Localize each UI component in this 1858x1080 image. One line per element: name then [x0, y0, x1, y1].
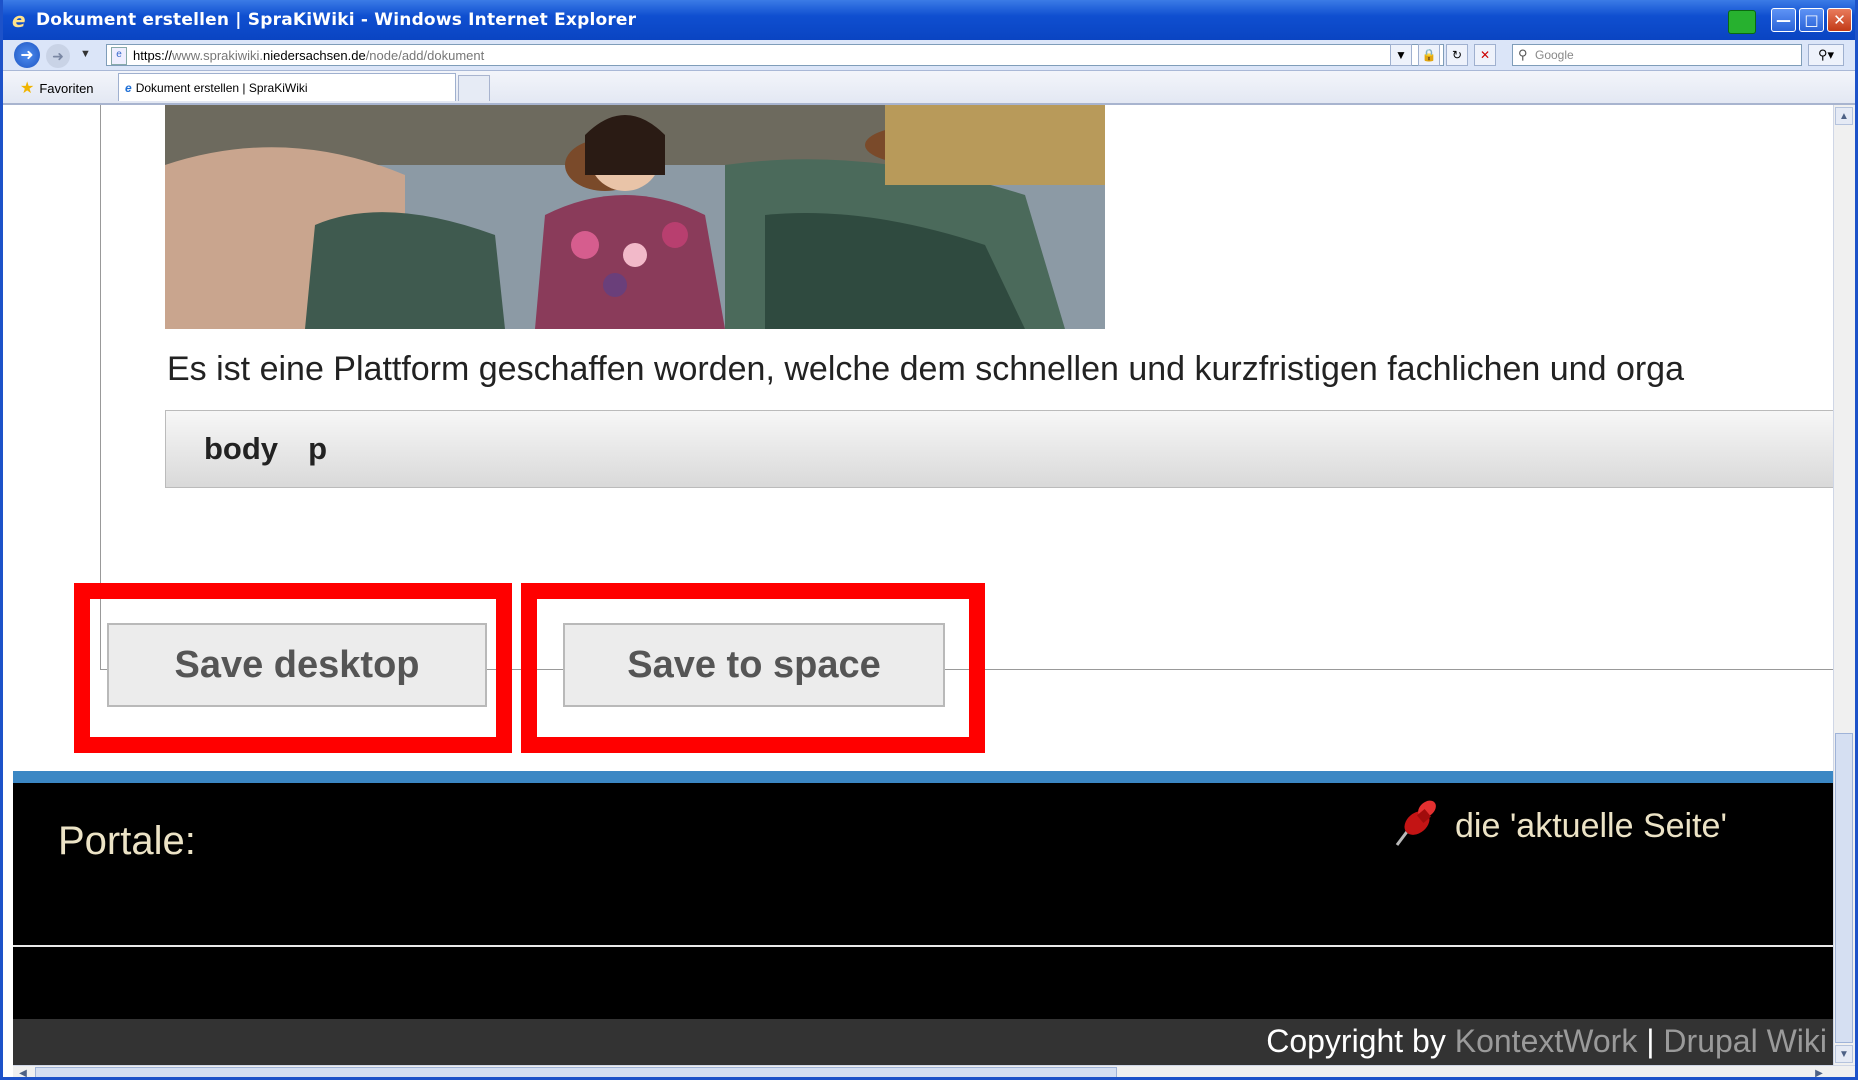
footer-divider — [13, 945, 1833, 947]
close-window-button[interactable]: ✕ — [1827, 8, 1852, 32]
copyright-prefix: Copyright by — [1266, 1023, 1446, 1059]
editor-paragraph[interactable]: Es ist eine Plattform geschaffen worden,… — [167, 350, 1684, 389]
minimize-button[interactable]: — — [1771, 8, 1796, 32]
tab-dokument-erstellen[interactable]: e Dokument erstellen | SpraKiWiki — [118, 73, 456, 101]
path-item-body[interactable]: body — [204, 431, 278, 467]
search-placeholder: Google — [1535, 48, 1574, 62]
horizontal-scrollbar[interactable]: ◀ ▶ — [13, 1065, 1855, 1080]
window-titlebar: e Dokument erstellen | SpraKiWiki - Wind… — [0, 0, 1858, 40]
path-item-p[interactable]: p — [308, 431, 327, 467]
scroll-right-icon[interactable]: ▶ — [1811, 1066, 1827, 1080]
copyright-bar: Copyright by KontextWork | Drupal Wiki — [13, 1019, 1833, 1065]
url-path: /node/add/dokument — [365, 47, 485, 63]
tab-bar: ★ Favoriten e Dokument erstellen | SpraK… — [0, 71, 1858, 105]
page-footer: Portale: die 'aktuelle Seite' Copyright … — [13, 783, 1833, 1065]
current-page-link[interactable]: die 'aktuelle Seite' — [1455, 807, 1727, 846]
stop-icon[interactable]: ✕ — [1474, 44, 1496, 66]
forward-button[interactable]: ➜ — [46, 44, 70, 68]
window-title: Dokument erstellen | SpraKiWiki - Window… — [36, 10, 637, 30]
favorites-label: Favoriten — [39, 80, 94, 96]
copyright-separator: | — [1646, 1023, 1655, 1059]
footer-accent-line — [13, 771, 1833, 783]
kontextwork-link[interactable]: KontextWork — [1455, 1023, 1638, 1059]
back-button[interactable]: ➜ — [14, 42, 40, 68]
vertical-scrollbar[interactable]: ▲ ▼ — [1833, 105, 1855, 1065]
address-dropdown-icon[interactable]: ▼ — [1390, 44, 1412, 66]
save-to-space-button[interactable]: Save to space — [563, 623, 945, 707]
search-input[interactable]: ⚲ Google — [1512, 44, 1802, 66]
ie-logo-icon: e — [12, 8, 26, 32]
favorites-button[interactable]: ★ Favoriten — [20, 78, 94, 98]
search-go-button[interactable]: ⚲▾ — [1808, 44, 1844, 66]
refresh-icon[interactable]: ↻ — [1446, 44, 1468, 66]
pushpin-icon — [1395, 800, 1436, 846]
star-icon: ★ — [20, 80, 35, 97]
tab-title: Dokument erstellen | SpraKiWiki — [135, 80, 308, 95]
inline-photo — [165, 105, 1105, 329]
page-viewport: Es ist eine Plattform geschaffen worden,… — [13, 105, 1833, 1065]
scroll-left-icon[interactable]: ◀ — [15, 1066, 31, 1080]
save-desktop-button[interactable]: Save desktop — [107, 623, 487, 707]
new-tab-button[interactable] — [458, 75, 490, 101]
url-scheme: https:// — [133, 47, 173, 63]
address-bar[interactable]: e https://www.sprakiwiki. niedersachsen.d… — [106, 44, 1444, 66]
lock-icon[interactable]: 🔒 — [1418, 44, 1440, 66]
url-domain: niedersachsen.de — [263, 47, 366, 63]
scroll-up-icon[interactable]: ▲ — [1835, 107, 1853, 125]
url-subdomain: www.sprakiwiki. — [172, 47, 264, 63]
ie-tab-icon: e — [125, 80, 132, 95]
scroll-down-icon[interactable]: ▼ — [1835, 1045, 1853, 1063]
editor-element-path: body p — [165, 410, 1833, 488]
maximize-button[interactable]: □ — [1799, 8, 1824, 32]
history-dropdown-icon[interactable]: ▼ — [80, 48, 91, 60]
horizontal-scroll-thumb[interactable] — [35, 1067, 1117, 1079]
page-icon: e — [111, 47, 127, 65]
navigation-bar: ➜ ➜ ▼ e https://www.sprakiwiki. niedersac… — [0, 40, 1858, 71]
copyright-text: Copyright by KontextWork | Drupal Wiki — [1266, 1023, 1827, 1060]
search-icon: ⚲ — [1518, 47, 1528, 62]
vertical-scroll-thumb[interactable] — [1835, 733, 1853, 1043]
drupal-wiki-link[interactable]: Drupal Wiki — [1663, 1023, 1827, 1059]
portale-label: Portale: — [58, 819, 196, 863]
printer-icon[interactable] — [1728, 10, 1756, 34]
